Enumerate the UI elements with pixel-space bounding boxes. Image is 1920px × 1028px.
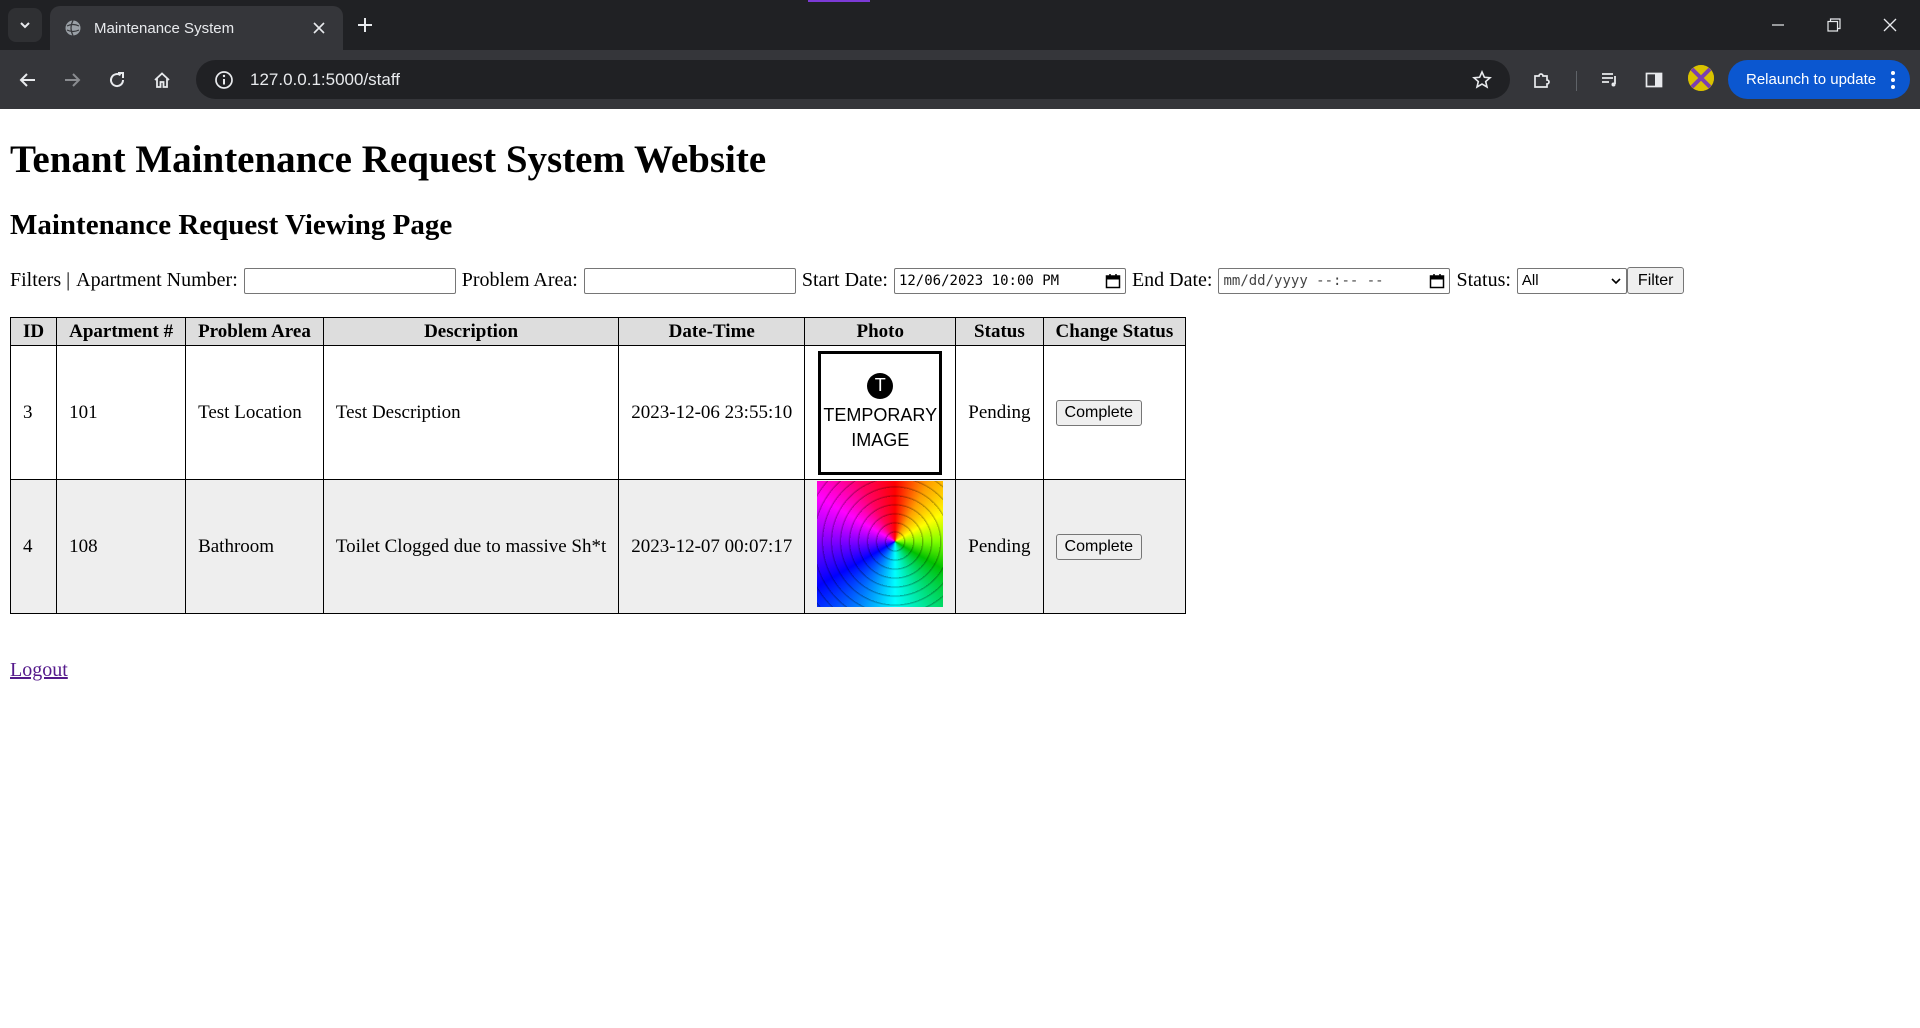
address-bar[interactable]: 127.0.0.1:5000/staff — [196, 60, 1510, 99]
status-select[interactable]: All — [1516, 267, 1627, 294]
status-select-value: All — [1521, 272, 1539, 289]
reload-button[interactable] — [99, 62, 135, 98]
placeholder-text-line2: IMAGE — [851, 429, 910, 450]
apartment-number-input[interactable] — [243, 267, 456, 294]
table-row: 4 108 Bathroom Toilet Clogged due to mas… — [9, 479, 1187, 614]
change-status-cell: Complete — [1042, 345, 1187, 480]
problem-area-cell: Test Location — [185, 345, 324, 480]
id-cell: 3 — [9, 345, 58, 480]
profile-avatar[interactable] — [1688, 65, 1714, 91]
media-queue-icon — [1602, 73, 1616, 87]
status-cell: Pending — [955, 479, 1044, 614]
browser-tab-strip: Maintenance System — [0, 0, 1920, 50]
problem-area-label: Problem Area: — [461, 269, 578, 291]
calendar-icon[interactable] — [1105, 273, 1121, 289]
home-button[interactable] — [144, 62, 180, 98]
description-cell: Test Description — [322, 345, 620, 480]
complete-button[interactable]: Complete — [1055, 533, 1143, 560]
description-cell: Toilet Clogged due to massive Sh*t — [322, 479, 620, 614]
apartment-cell: 101 — [56, 345, 187, 480]
column-header: Change Status — [1042, 317, 1187, 346]
back-arrow-icon — [19, 73, 35, 87]
end-date-value: mm/dd/yyyy --:-- -- — [1223, 272, 1384, 289]
extensions-button[interactable] — [1524, 62, 1560, 98]
page-title: Maintenance Request Viewing Page — [10, 209, 453, 241]
photo-cell — [804, 479, 957, 614]
filter-button[interactable]: Filter — [1626, 267, 1685, 294]
minimize-button[interactable] — [1750, 0, 1806, 50]
relaunch-to-update-button[interactable]: Relaunch to update — [1728, 60, 1910, 99]
datetime-cell: 2023-12-07 00:07:17 — [618, 479, 806, 614]
media-button[interactable] — [1592, 62, 1628, 98]
filters-prefix: Filters | — [10, 269, 71, 291]
change-status-cell: Complete — [1042, 479, 1187, 614]
datetime-cell: 2023-12-06 23:55:10 — [618, 345, 806, 480]
toolbar-separator — [1576, 71, 1577, 91]
close-window-button[interactable] — [1862, 0, 1918, 50]
column-header: ID — [9, 317, 58, 346]
more-vert-icon — [1891, 71, 1895, 89]
requests-table: ID Apartment # Problem Area Description … — [9, 317, 1187, 614]
reload-icon — [110, 72, 125, 88]
column-header: Apartment # — [56, 317, 187, 346]
page-content: Tenant Maintenance Request System Websit… — [0, 109, 1920, 1028]
column-header: Description — [322, 317, 620, 346]
minimize-icon — [1772, 24, 1784, 26]
side-panel-button[interactable] — [1636, 62, 1672, 98]
tab-strip-accent — [808, 0, 870, 2]
new-tab-button[interactable] — [350, 8, 380, 42]
globe-icon — [64, 19, 82, 37]
tab-title: Maintenance System — [94, 19, 235, 37]
chevron-down-icon — [1611, 277, 1621, 284]
start-date-value: 12/06/2023 10:00 PM — [898, 272, 1060, 289]
start-date-label: Start Date: — [801, 269, 888, 291]
close-icon — [1883, 18, 1897, 32]
column-header: Date-Time — [618, 317, 806, 346]
logout-link[interactable]: Logout — [10, 659, 68, 682]
restore-icon — [1827, 18, 1841, 32]
id-cell: 4 — [9, 479, 58, 614]
end-date-label: End Date: — [1131, 269, 1213, 291]
placeholder-text-line1: TEMPORARY — [823, 404, 938, 425]
apartment-cell: 108 — [56, 479, 187, 614]
bookmark-star-icon[interactable] — [1462, 69, 1502, 90]
apartment-number-label: Apartment Number: — [76, 269, 238, 291]
start-date-input[interactable]: 12/06/2023 10:00 PM — [893, 267, 1126, 294]
browser-tab[interactable]: Maintenance System — [50, 6, 343, 50]
placeholder-badge: T — [867, 372, 894, 399]
filter-bar: Filters | Apartment Number: Problem Area… — [10, 267, 1685, 294]
profile-icon — [1688, 65, 1714, 91]
site-info-icon[interactable] — [204, 70, 244, 90]
column-header: Problem Area — [185, 317, 324, 346]
url-text: 127.0.0.1:5000/staff — [250, 69, 400, 89]
tab-search-button[interactable] — [8, 8, 42, 42]
problem-area-cell: Bathroom — [185, 479, 324, 614]
chevron-down-icon — [20, 22, 30, 29]
column-header: Photo — [804, 317, 957, 346]
plus-icon — [358, 18, 372, 32]
back-button[interactable] — [10, 62, 46, 98]
tab-close-icon[interactable] — [309, 18, 329, 38]
restore-button[interactable] — [1806, 0, 1862, 50]
relaunch-label: Relaunch to update — [1746, 71, 1877, 88]
home-icon — [154, 72, 170, 88]
side-panel-icon — [1645, 72, 1663, 88]
complete-button[interactable]: Complete — [1055, 399, 1143, 426]
browser-toolbar: 127.0.0.1:5000/staff Relaunch to update — [0, 50, 1920, 109]
forward-button[interactable] — [54, 62, 90, 98]
problem-area-input[interactable] — [583, 267, 796, 294]
temporary-image-placeholder: T TEMPORARY IMAGE — [818, 350, 943, 475]
table-row: 3 101 Test Location Test Description 202… — [9, 345, 1187, 480]
calendar-icon[interactable] — [1429, 273, 1445, 289]
request-photo — [817, 480, 944, 607]
forward-arrow-icon — [65, 73, 81, 87]
table-header-row: ID Apartment # Problem Area Description … — [9, 317, 1187, 346]
puzzle-icon — [1534, 73, 1550, 88]
status-label: Status: — [1456, 269, 1511, 291]
site-title: Tenant Maintenance Request System Websit… — [10, 138, 767, 181]
status-cell: Pending — [955, 345, 1044, 480]
photo-cell: T TEMPORARY IMAGE — [804, 345, 957, 480]
end-date-input[interactable]: mm/dd/yyyy --:-- -- — [1218, 267, 1451, 294]
column-header: Status — [955, 317, 1044, 346]
